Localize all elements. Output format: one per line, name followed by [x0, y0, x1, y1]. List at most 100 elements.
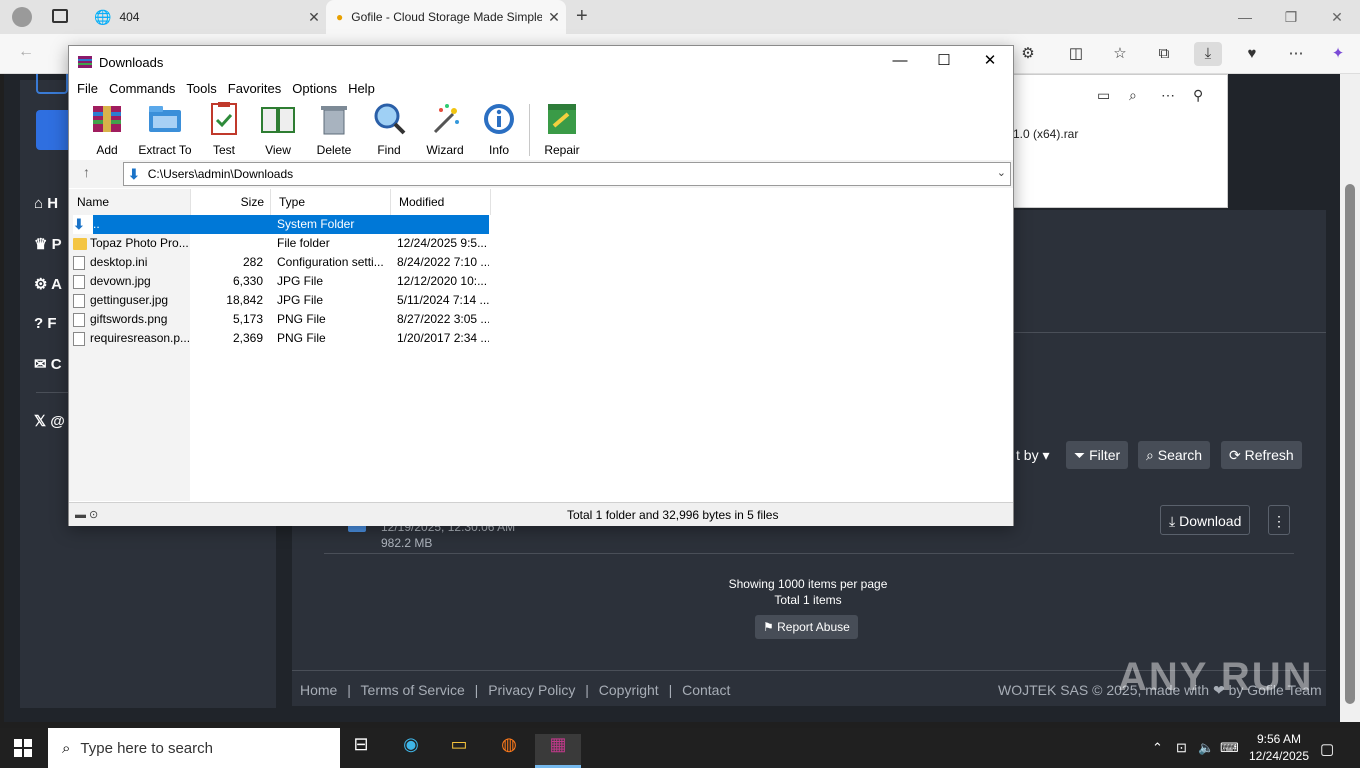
new-tab-icon[interactable]: + — [576, 5, 588, 28]
windows-start-icon[interactable] — [14, 739, 32, 757]
chevron-up-icon[interactable]: ⌃ — [1152, 740, 1163, 756]
download-button[interactable]: ⤓ Download — [1160, 505, 1251, 535]
find-button[interactable]: Find — [361, 102, 417, 157]
task-view-icon[interactable]: ⊟ — [338, 734, 384, 768]
footer-link-contact[interactable]: Contact — [682, 682, 730, 698]
winrar-taskbar-icon[interactable]: ▦ — [535, 734, 581, 768]
maximize-button[interactable]: ☐ — [921, 46, 967, 76]
network-icon[interactable]: ⊡ — [1176, 740, 1187, 756]
table-row[interactable]: devown.jpg 6,330 JPG File 12/12/2020 10:… — [73, 272, 489, 291]
extensions-icon[interactable]: ⚙ — [1014, 42, 1042, 66]
table-row[interactable]: giftswords.png 5,173 PNG File 8/27/2022 … — [73, 310, 489, 329]
drive-icon[interactable]: ▬ ⊙ — [75, 508, 98, 521]
table-row[interactable]: ⬇ .. System Folder — [73, 215, 489, 234]
menu-tools[interactable]: Tools — [186, 81, 216, 96]
row-modified: 1/20/2017 2:34 ... — [397, 331, 489, 345]
download-icon: ⤓ — [1169, 513, 1176, 529]
sidebar-item-premium[interactable]: ♛ P — [34, 235, 62, 253]
volume-icon[interactable]: 🔈 — [1198, 740, 1214, 756]
sidebar-upload-button[interactable] — [36, 110, 68, 150]
delete-button[interactable]: Delete — [306, 102, 362, 157]
tab-gofile[interactable]: ● Gofile - Cloud Storage Made Simple ✕ — [326, 0, 566, 34]
pin-icon[interactable]: ⚲ — [1193, 87, 1203, 104]
sidebar-item-x[interactable]: 𝕏 @ — [34, 412, 65, 430]
wizard-button[interactable]: Wizard — [417, 102, 473, 157]
extract-to-button[interactable]: Extract To — [137, 102, 193, 157]
file-icon — [73, 331, 85, 346]
taskbar-search[interactable]: ⌕ Type here to search — [48, 728, 340, 768]
minimize-button[interactable]: — — [877, 46, 923, 76]
report-abuse-button[interactable]: ⚑ Report Abuse — [755, 615, 858, 639]
up-one-level-icon[interactable]: ↑ — [83, 164, 90, 180]
sidebar-item-faq[interactable]: ? F — [34, 315, 57, 332]
sidebar-item-contact[interactable]: ✉ C — [34, 355, 62, 373]
restore-button[interactable]: ❐ — [1268, 0, 1314, 34]
filter-button[interactable]: ⏷ Filter — [1066, 441, 1129, 469]
footer-link-privacy[interactable]: Privacy Policy — [488, 682, 575, 698]
notification-icon[interactable]: ▢ — [1320, 740, 1334, 758]
add-button[interactable]: Add — [79, 102, 135, 157]
profile-icon[interactable] — [12, 7, 32, 27]
back-icon[interactable]: ← — [18, 43, 34, 61]
view-button[interactable]: View — [250, 102, 306, 157]
test-button[interactable]: Test — [196, 102, 252, 157]
split-screen-icon[interactable]: ◫ — [1062, 42, 1090, 66]
file-menu-button[interactable]: ⋮ — [1268, 505, 1290, 535]
file-explorer-icon[interactable]: ▭ — [436, 734, 482, 768]
tool-label: Add — [96, 143, 118, 157]
open-folder-icon[interactable]: ▭ — [1097, 87, 1110, 104]
footer-link-terms[interactable]: Terms of Service — [361, 682, 465, 698]
cogs-icon: ⚙ — [34, 276, 48, 293]
refresh-button[interactable]: ⟳ Refresh — [1221, 441, 1302, 469]
footer-link-home[interactable]: Home — [300, 682, 337, 698]
sidebar-item-home[interactable]: ⌂ H — [34, 195, 58, 212]
minimize-button[interactable]: — — [1222, 0, 1268, 34]
scrollbar-thumb[interactable] — [1345, 184, 1355, 704]
tab-404[interactable]: 🌐 404 ✕ — [84, 0, 326, 34]
downloads-icon[interactable]: ⤓ — [1194, 42, 1222, 66]
firefox-icon[interactable]: ◍ — [486, 734, 532, 768]
menu-commands[interactable]: Commands — [109, 81, 175, 96]
menu-help[interactable]: Help — [348, 81, 375, 96]
more-icon[interactable]: ⋯ — [1161, 87, 1175, 104]
favorites-icon[interactable]: ☆ — [1106, 42, 1134, 66]
language-icon[interactable]: ⌨ — [1220, 740, 1239, 756]
path-combobox[interactable]: ⬇ C:\Users\admin\Downloads ⌄ — [123, 162, 1011, 186]
table-row[interactable]: Topaz Photo Pro... File folder 12/24/202… — [73, 234, 489, 253]
column-modified[interactable]: Modified — [391, 189, 491, 215]
sidebar-item-api[interactable]: ⚙ A — [34, 275, 62, 293]
table-row[interactable]: desktop.ini 282 Configuration setti... 8… — [73, 253, 489, 272]
row-name: devown.jpg — [90, 274, 151, 288]
download-item-name[interactable]: 1.0 (x64).rar — [1013, 127, 1078, 141]
column-size[interactable]: Size — [191, 189, 271, 215]
browser-essentials-icon[interactable]: ♥ — [1238, 42, 1266, 66]
close-tab-icon[interactable]: ✕ — [302, 9, 326, 26]
search-button[interactable]: ⌕ Search — [1138, 441, 1211, 469]
copilot-icon[interactable]: ✦ — [1324, 42, 1352, 66]
clock[interactable]: 9:56 AM 12/24/2025 — [1244, 731, 1314, 765]
column-type[interactable]: Type — [271, 189, 391, 215]
sidebar-avatar[interactable] — [36, 74, 68, 94]
close-button[interactable]: ✕ — [1314, 0, 1360, 34]
collections-icon[interactable]: ⧉ — [1150, 42, 1178, 66]
footer-link-copyright[interactable]: Copyright — [599, 682, 659, 698]
tab-actions-icon[interactable] — [52, 9, 68, 23]
table-row[interactable]: gettinguser.jpg 18,842 JPG File 5/11/202… — [73, 291, 489, 310]
menu-options[interactable]: Options — [292, 81, 337, 96]
page-scrollbar[interactable] — [1340, 74, 1360, 722]
chevron-down-icon[interactable]: ⌄ — [997, 166, 1006, 179]
edge-icon[interactable]: ◉ — [388, 734, 434, 768]
close-button[interactable]: ✕ — [967, 46, 1013, 76]
menu-file[interactable]: File — [77, 81, 98, 96]
search-downloads-icon[interactable]: ⌕ — [1129, 87, 1137, 104]
row-name: .. — [93, 217, 100, 231]
info-button[interactable]: Info — [471, 102, 527, 157]
table-row[interactable]: requiresreason.p... 2,369 PNG File 1/20/… — [73, 329, 489, 348]
repair-button[interactable]: Repair — [534, 102, 590, 157]
sort-by-button[interactable]: t by ▾ — [1008, 441, 1058, 469]
column-name[interactable]: Name — [69, 189, 191, 215]
menu-favorites[interactable]: Favorites — [228, 81, 281, 96]
close-tab-icon[interactable]: ✕ — [542, 9, 566, 26]
winrar-titlebar[interactable]: Downloads — [69, 46, 1013, 78]
more-options-icon[interactable]: ⋯ — [1282, 42, 1310, 66]
